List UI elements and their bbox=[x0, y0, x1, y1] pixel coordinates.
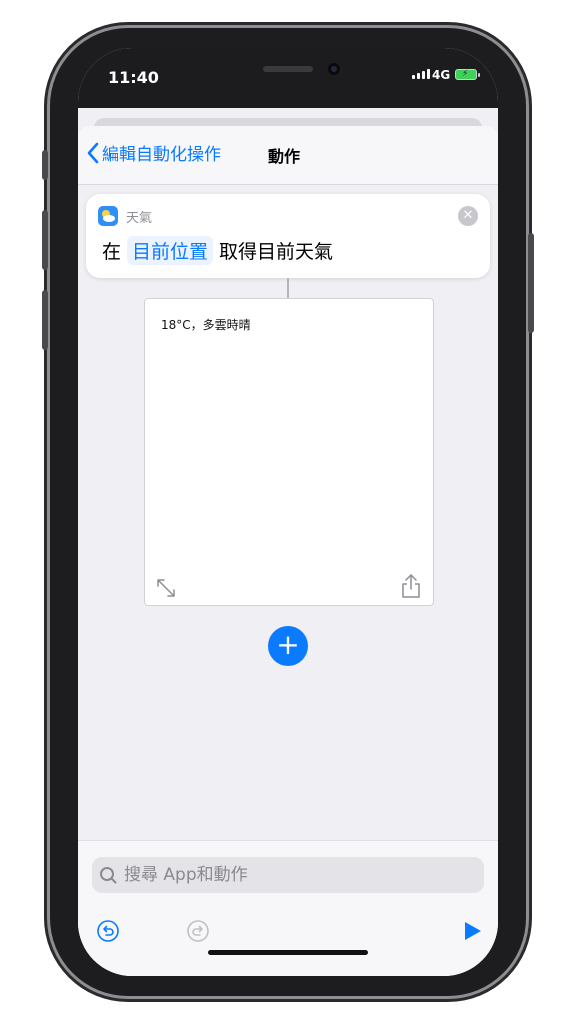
mute-switch bbox=[42, 150, 48, 180]
volume-up-button bbox=[42, 210, 48, 270]
add-action-button[interactable]: + bbox=[268, 626, 308, 666]
earpiece-speaker bbox=[263, 66, 313, 72]
page-title: 動作 bbox=[268, 147, 301, 166]
search-input[interactable] bbox=[122, 864, 466, 886]
navigation-bar: 編輯自動化操作 動作 bbox=[78, 126, 498, 185]
screen: 11:40 4G ⚡ 編輯自動化操作 動作 天氣 ✕ 在 目前位置 取得目前天氣… bbox=[78, 48, 498, 976]
sentence-suffix: 取得目前天氣 bbox=[219, 241, 334, 263]
search-icon bbox=[100, 867, 117, 884]
remove-action-button[interactable]: ✕ bbox=[458, 206, 478, 226]
share-icon[interactable] bbox=[401, 573, 421, 599]
expand-icon[interactable] bbox=[155, 577, 177, 599]
network-type: 4G bbox=[432, 68, 451, 82]
power-button bbox=[528, 233, 534, 333]
result-preview-card: 18°C，多雲時晴 bbox=[144, 298, 434, 606]
play-icon[interactable] bbox=[462, 921, 482, 941]
action-app-name: 天氣 bbox=[126, 211, 153, 226]
home-indicator bbox=[208, 950, 368, 955]
clear-icon: ✕ bbox=[462, 208, 474, 223]
status-time: 11:40 bbox=[108, 68, 159, 87]
redo-icon[interactable] bbox=[186, 919, 210, 943]
bottom-toolbar bbox=[78, 840, 498, 976]
status-bar: 11:40 4G ⚡ bbox=[78, 48, 498, 108]
search-bar[interactable] bbox=[92, 857, 484, 893]
plus-icon: + bbox=[276, 628, 300, 661]
phone-frame: 11:40 4G ⚡ 編輯自動化操作 動作 天氣 ✕ 在 目前位置 取得目前天氣… bbox=[42, 28, 534, 996]
action-connector bbox=[287, 278, 289, 298]
battery-icon: ⚡ bbox=[455, 69, 480, 80]
shortcut-editor-sheet: 編輯自動化操作 動作 天氣 ✕ 在 目前位置 取得目前天氣 18°C，多雲時晴 … bbox=[78, 126, 498, 976]
back-label: 編輯自動化操作 bbox=[102, 145, 221, 165]
location-parameter-token[interactable]: 目前位置 bbox=[127, 236, 214, 265]
undo-icon[interactable] bbox=[96, 919, 120, 943]
weather-action-card[interactable]: 天氣 ✕ 在 目前位置 取得目前天氣 bbox=[86, 194, 490, 278]
sentence-prefix: 在 bbox=[102, 241, 122, 263]
result-text: 18°C，多雲時晴 bbox=[161, 318, 251, 332]
volume-down-button bbox=[42, 290, 48, 350]
back-button[interactable]: 編輯自動化操作 bbox=[86, 140, 221, 165]
weather-app-icon bbox=[98, 206, 118, 226]
front-camera bbox=[328, 63, 340, 75]
signal-icon bbox=[412, 69, 430, 79]
chevron-left-icon bbox=[87, 142, 99, 163]
action-sentence: 在 目前位置 取得目前天氣 bbox=[102, 236, 333, 265]
